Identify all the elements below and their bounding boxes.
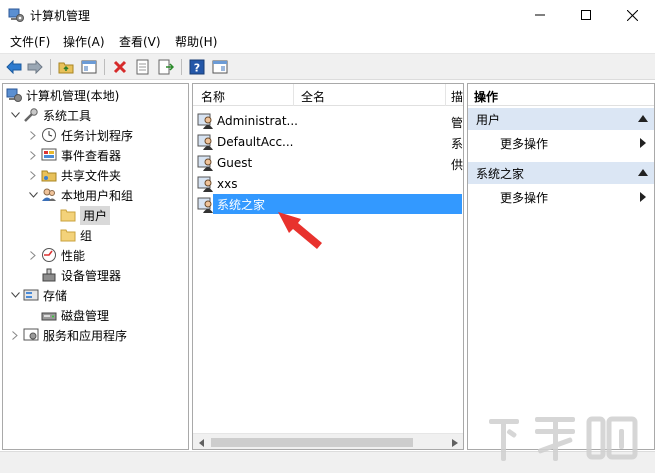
actions-section-selected-user[interactable]: 系统之家 <box>468 162 654 184</box>
list-item[interactable]: DefaultAcc... <box>197 131 293 152</box>
device-manager-icon <box>41 267 57 283</box>
watermark-logo <box>489 416 638 461</box>
tree-system-tools[interactable]: 系统工具 <box>9 105 91 125</box>
chevron-right-icon[interactable] <box>27 129 39 141</box>
toolbar: ? <box>0 53 655 80</box>
tree-performance[interactable]: 性能 <box>27 245 85 265</box>
list-header: 名称 全名 描 <box>193 84 463 106</box>
shared-folder-icon <box>41 167 57 183</box>
event-viewer-icon <box>41 147 57 163</box>
column-description[interactable]: 描 <box>451 88 463 105</box>
computer-management-icon <box>8 7 24 23</box>
show-hide-tree-icon[interactable] <box>80 58 98 76</box>
menu-help[interactable]: 帮助(H) <box>175 33 217 50</box>
user-icon <box>197 134 213 150</box>
help-icon[interactable]: ? <box>188 58 206 76</box>
console-tree: 计算机管理(本地) 系统工具 任务计划程序 事件查看器 共享文件夹 本地用户和组… <box>2 83 189 450</box>
list-item-selected[interactable]: 系统之家 <box>197 194 265 215</box>
tree-device-manager[interactable]: 设备管理器 <box>27 265 121 285</box>
menu-view[interactable]: 查看(V) <box>119 33 161 50</box>
clock-icon <box>41 127 57 143</box>
menu-file[interactable]: 文件(F) <box>10 33 50 50</box>
description-cell: 系 <box>451 137 464 151</box>
tree-local-users-groups[interactable]: 本地用户和组 <box>27 185 133 205</box>
submenu-arrow-icon <box>640 138 646 148</box>
computer-management-icon <box>6 87 22 103</box>
user-icon <box>197 155 213 171</box>
tools-icon <box>23 107 39 123</box>
actions-section-users[interactable]: 用户 <box>468 108 654 130</box>
user-icon <box>197 113 213 129</box>
submenu-arrow-icon <box>640 192 646 202</box>
column-fullname[interactable]: 全名 <box>301 88 325 105</box>
menu-bar: 文件(F) 操作(A) 查看(V) 帮助(H) <box>0 30 655 52</box>
chevron-right-icon[interactable] <box>27 149 39 161</box>
action-pane-icon[interactable] <box>211 58 229 76</box>
user-icon <box>197 197 213 213</box>
column-name[interactable]: 名称 <box>201 88 225 105</box>
actions-header: 操作 <box>468 84 654 106</box>
scroll-left-icon[interactable] <box>196 437 208 448</box>
more-actions-users[interactable]: 更多操作 <box>468 132 654 154</box>
list-item[interactable]: Guest <box>197 152 252 173</box>
tree-services-apps[interactable]: 服务和应用程序 <box>9 325 127 345</box>
tree-root[interactable]: 计算机管理(本地) <box>6 85 119 105</box>
collapse-up-icon[interactable] <box>638 115 648 122</box>
description-cell: 管 <box>451 116 464 130</box>
scroll-right-icon[interactable] <box>449 437 461 448</box>
tree-shared-folders[interactable]: 共享文件夹 <box>27 165 121 185</box>
menu-action[interactable]: 操作(A) <box>63 33 105 50</box>
window-title: 计算机管理 <box>30 9 91 23</box>
list-item[interactable]: xxs <box>197 173 237 194</box>
collapse-up-icon[interactable] <box>638 169 648 176</box>
chevron-down-icon[interactable] <box>9 289 21 301</box>
back-icon[interactable] <box>5 58 23 76</box>
svg-text:?: ? <box>194 62 200 75</box>
properties-icon[interactable] <box>134 58 152 76</box>
chevron-down-icon[interactable] <box>9 109 21 121</box>
description-cell: 供 <box>451 158 464 172</box>
performance-icon <box>41 247 57 263</box>
up-folder-icon[interactable] <box>57 58 75 76</box>
maximize-button[interactable] <box>563 0 609 30</box>
tree-storage[interactable]: 存储 <box>9 285 67 305</box>
chevron-right-icon[interactable] <box>9 329 21 341</box>
services-icon <box>23 327 39 343</box>
disk-icon <box>41 307 57 323</box>
chevron-down-icon[interactable] <box>27 189 39 201</box>
storage-icon <box>23 287 39 303</box>
tree-event-viewer[interactable]: 事件查看器 <box>27 145 121 165</box>
tree-disk-management[interactable]: 磁盘管理 <box>27 305 109 325</box>
export-list-icon[interactable] <box>157 58 175 76</box>
tree-groups[interactable]: 组 <box>46 225 92 245</box>
folder-icon <box>60 207 76 223</box>
user-list: 名称 全名 描 Administrat... 管 DefaultAcc... 系… <box>192 83 464 450</box>
delete-icon[interactable] <box>111 58 129 76</box>
horizontal-scrollbar[interactable] <box>193 433 463 449</box>
folder-icon <box>60 227 76 243</box>
close-button[interactable] <box>609 0 655 30</box>
user-icon <box>197 176 213 192</box>
title-bar: 计算机管理 <box>0 0 655 30</box>
minimize-button[interactable] <box>517 0 563 30</box>
tree-users[interactable]: 用户 <box>46 205 111 225</box>
tree-task-scheduler[interactable]: 任务计划程序 <box>27 125 133 145</box>
forward-icon[interactable] <box>26 58 44 76</box>
list-item[interactable]: Administrat... <box>197 110 298 131</box>
scrollbar-thumb[interactable] <box>211 438 413 447</box>
more-actions-selected-user[interactable]: 更多操作 <box>468 186 654 208</box>
actions-pane: 操作 用户 更多操作 系统之家 更多操作 <box>467 83 655 450</box>
users-group-icon <box>41 187 57 203</box>
chevron-right-icon[interactable] <box>27 249 39 261</box>
chevron-right-icon[interactable] <box>27 169 39 181</box>
